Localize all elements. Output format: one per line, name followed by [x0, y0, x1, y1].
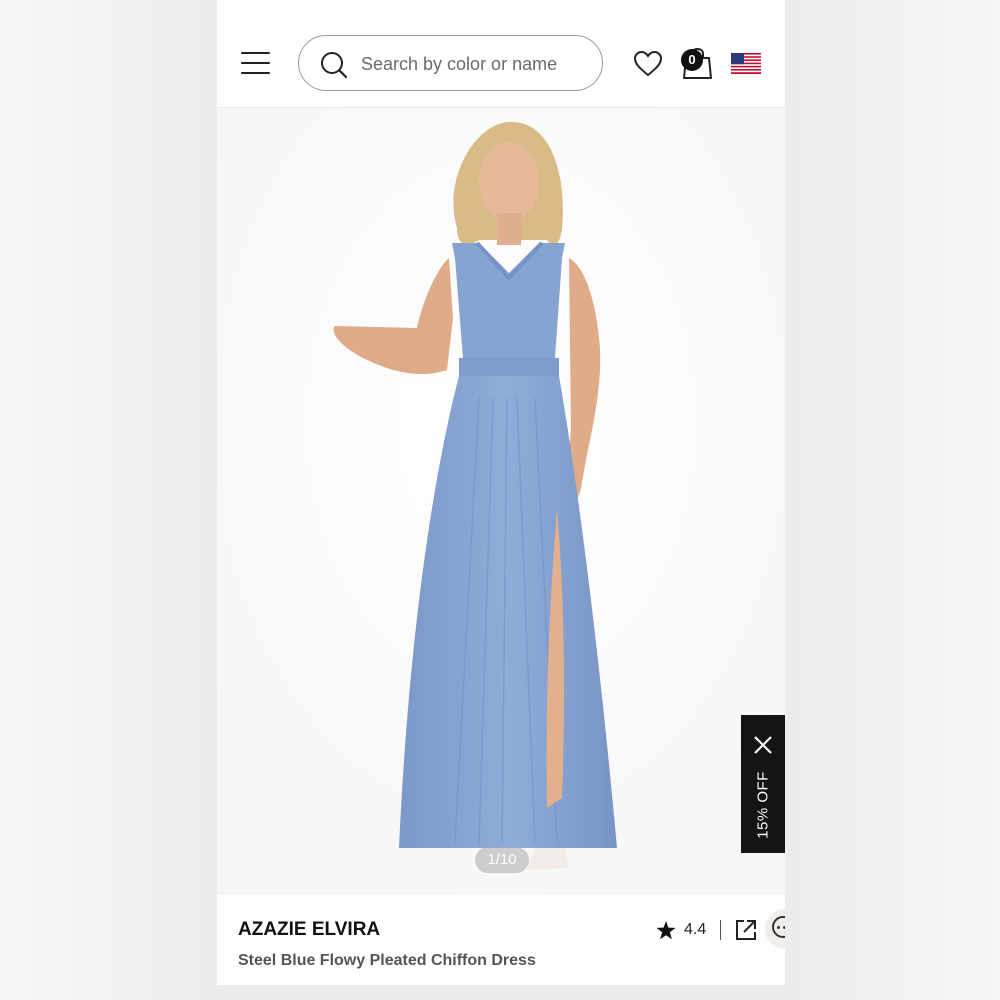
cart-count-badge: 0 [681, 49, 703, 71]
promo-label: 15% OFF [754, 771, 772, 839]
product-brand: AZAZIE ELVIRA [238, 919, 381, 940]
search-icon [321, 52, 348, 79]
product-page: 0 [217, 0, 785, 1000]
product-image-gallery[interactable]: 1/10 15% OFF [217, 108, 785, 895]
product-photo [217, 108, 785, 895]
bottom-bar [217, 985, 785, 1000]
share-icon[interactable] [735, 919, 757, 941]
menu-icon[interactable] [241, 52, 271, 76]
star-icon [656, 921, 676, 940]
more-icon [772, 916, 785, 938]
background-left [0, 0, 217, 1000]
search-input[interactable] [359, 49, 593, 79]
rating[interactable]: 4.4 [647, 913, 737, 947]
rating-value: 4.4 [684, 921, 707, 938]
product-name: Steel Blue Flowy Pleated Chiffon Dress [238, 952, 536, 969]
top-header: 0 [217, 0, 785, 108]
more-options-button[interactable] [765, 909, 785, 949]
us-flag-icon[interactable] [731, 53, 761, 74]
close-icon[interactable] [752, 734, 774, 756]
heart-icon[interactable] [633, 50, 663, 78]
image-counter: 1/10 [475, 847, 529, 873]
search-bar[interactable] [298, 35, 603, 91]
divider [720, 920, 721, 940]
background-right [785, 0, 1000, 1000]
promo-tab[interactable]: 15% OFF [741, 715, 785, 853]
